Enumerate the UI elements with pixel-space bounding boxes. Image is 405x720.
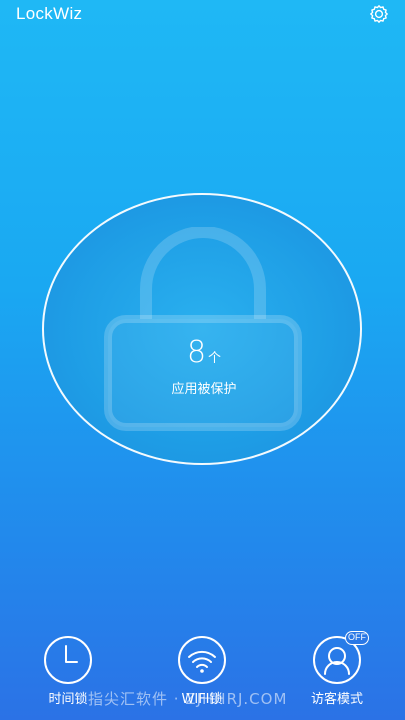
app-title: LockWiz [16,4,83,23]
protected-count: 8 [186,335,207,370]
top-bar: LockWiz [0,0,405,34]
gear-icon[interactable] [367,2,391,26]
protected-count-display: 8个 [44,335,364,370]
protected-label: 应用被保护 [171,382,237,397]
visitor-mode-status-badge[interactable]: OFF [345,631,369,645]
count-unit: 个 [208,351,222,366]
protected-apps-circle[interactable]: 8个 应用被保护 [42,193,362,465]
wifi-icon [178,636,226,684]
clock-icon [44,636,92,684]
watermark: 指尖汇软件 · ZJHHRJ.COM [88,690,288,708]
padlock-icon [104,227,302,431]
